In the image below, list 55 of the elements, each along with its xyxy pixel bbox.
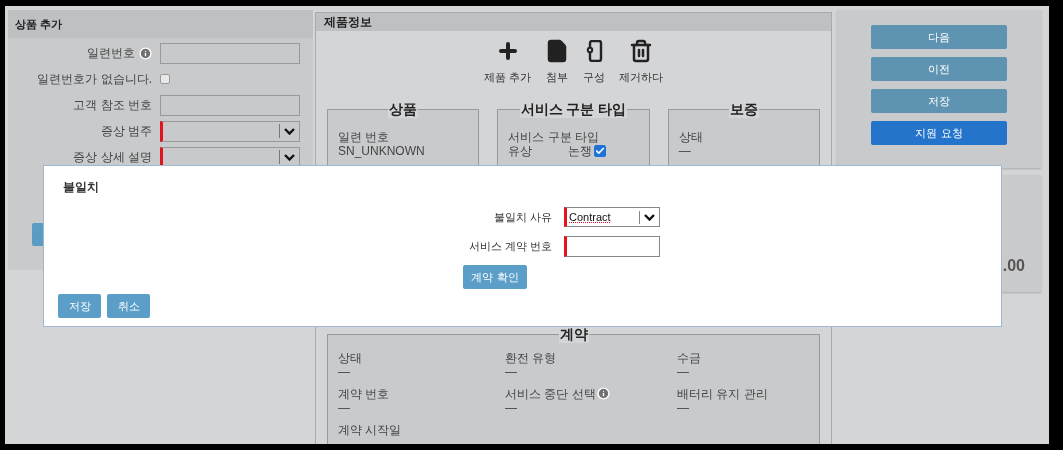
field-label: 고객 참조 번호 bbox=[73, 97, 152, 114]
toolbar-button[interactable]: 구성 bbox=[581, 39, 608, 86]
field-label: 계약 번호 bbox=[338, 386, 390, 401]
toolbar-button[interactable]: 제품 추가 bbox=[481, 39, 534, 86]
field-value: 논쟁 bbox=[568, 143, 593, 158]
trash-icon bbox=[629, 39, 654, 63]
panel-title: 상품 추가 bbox=[15, 16, 63, 32]
field-label: 상태 bbox=[338, 350, 362, 365]
toolbar-button[interactable]: 첨부 bbox=[543, 39, 572, 86]
action-button[interactable]: 저장 bbox=[871, 89, 1007, 113]
field-value: — bbox=[677, 364, 690, 379]
input-field[interactable] bbox=[564, 236, 660, 257]
field-label: 일련번호가 없습니다. bbox=[37, 71, 152, 88]
amount-text: .00 bbox=[1002, 256, 1025, 276]
field-label: 수금 bbox=[677, 350, 701, 365]
verify-contract-button[interactable]: 계약 확인 bbox=[463, 265, 527, 289]
action-button[interactable]: 이전 bbox=[871, 57, 1007, 81]
field-label: 증상 범주 bbox=[100, 123, 152, 140]
field-label: 일련 번호 bbox=[338, 129, 391, 144]
dropdown-field[interactable] bbox=[160, 120, 300, 142]
field-label: 계약 시작일 bbox=[338, 422, 402, 437]
dialog-button[interactable]: 취소 bbox=[107, 294, 150, 318]
caret-icon bbox=[284, 153, 295, 161]
field-label: 서비스 계약 번호 bbox=[468, 239, 552, 255]
toolbar-button[interactable]: 제거하다 bbox=[617, 39, 666, 86]
field-value: — bbox=[505, 364, 518, 379]
field-value: — bbox=[338, 364, 351, 379]
field-label: 서비스 구분 타입 bbox=[508, 129, 600, 144]
field-label: 상태 bbox=[678, 129, 704, 144]
field-value: — bbox=[677, 400, 690, 415]
action-button[interactable]: 지원 요청 bbox=[871, 121, 1007, 145]
field-value: — bbox=[338, 400, 351, 415]
input-field[interactable] bbox=[160, 42, 300, 64]
field-label: 증상 상세 설명 bbox=[73, 149, 152, 166]
field-label: 서비스 중단 선택 bbox=[505, 386, 596, 401]
dialog-button[interactable]: 저장 bbox=[58, 294, 101, 318]
caret-icon bbox=[284, 127, 295, 135]
device-gear-icon bbox=[585, 40, 604, 62]
field-value: — bbox=[678, 143, 692, 158]
panel-title: 제품정보 bbox=[324, 14, 372, 31]
dialog-title: 불일치 bbox=[63, 179, 99, 196]
field-label: 일련번호 bbox=[87, 45, 135, 62]
field-label: 환전 유형 bbox=[505, 350, 557, 365]
field-label: 불일치 사유 bbox=[493, 209, 552, 225]
caret-icon bbox=[644, 213, 655, 221]
checkbox[interactable] bbox=[160, 74, 170, 84]
input-field[interactable] bbox=[160, 94, 300, 116]
field-label: 배터리 유지 관리 bbox=[677, 386, 768, 401]
field-value: SN_UNKNOWN bbox=[338, 143, 426, 158]
checkbox[interactable] bbox=[594, 144, 607, 157]
action-button[interactable]: 다음 bbox=[871, 25, 1007, 49]
dropdown-field[interactable] bbox=[160, 146, 300, 168]
field-value: 유상 bbox=[508, 143, 533, 158]
dropdown-field[interactable]: Contract bbox=[564, 207, 660, 227]
field-value: — bbox=[505, 400, 518, 415]
